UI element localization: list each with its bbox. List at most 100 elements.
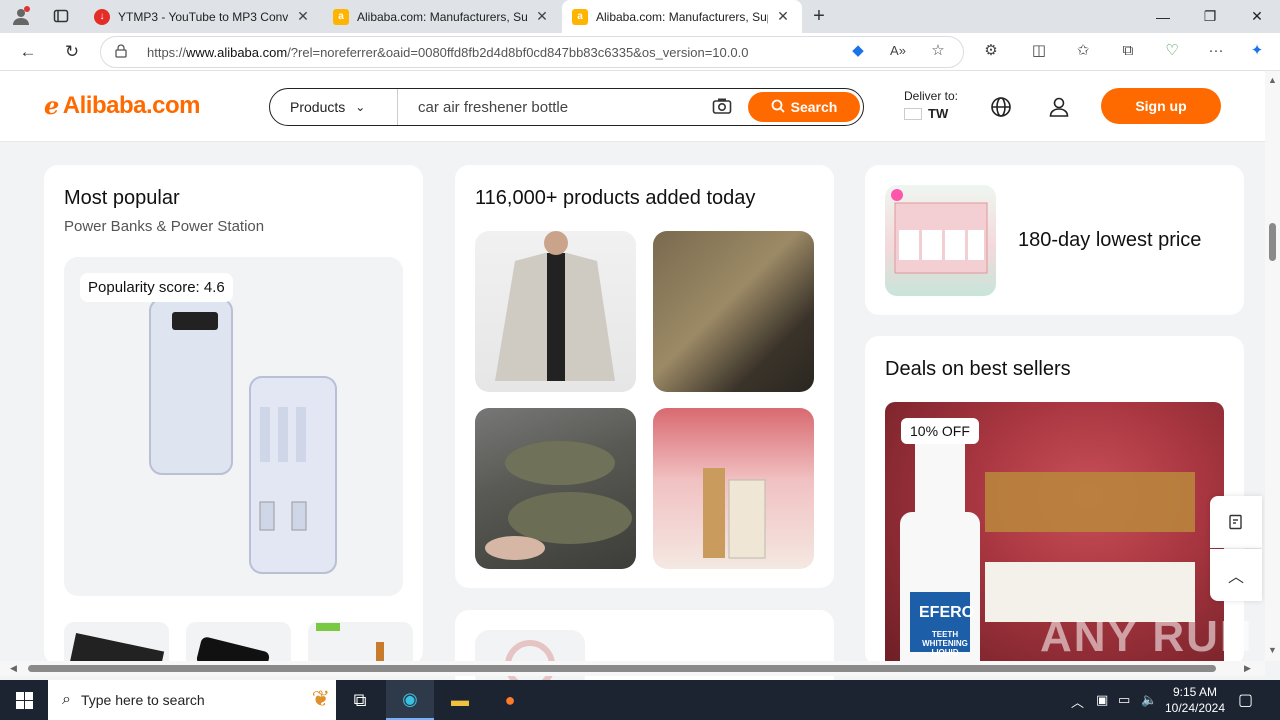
tray-device-icon[interactable]: ▣ bbox=[1096, 692, 1108, 708]
feedback-icon bbox=[1229, 514, 1242, 530]
split-screen-icon[interactable]: ◫ bbox=[1027, 38, 1051, 62]
edge-taskbar-icon[interactable]: ◉ bbox=[386, 680, 434, 720]
lowest-price-product-image[interactable] bbox=[885, 185, 996, 296]
search-input[interactable] bbox=[418, 98, 688, 116]
camera-search-icon[interactable] bbox=[712, 97, 732, 120]
next-section-card bbox=[455, 610, 834, 690]
taskbar: ⌕ Type here to search ❦ ⧉ ◉ ▬ ● ︿ ▣ ▭ 🔈 … bbox=[0, 680, 1280, 720]
scrollbar-thumb[interactable] bbox=[28, 665, 1216, 672]
card-title: Most popular bbox=[64, 187, 180, 209]
logo-text: Alibaba.com bbox=[62, 92, 201, 119]
search-category-dropdown[interactable]: Products ⌄ bbox=[270, 89, 398, 125]
hoodie-product-image[interactable] bbox=[653, 231, 814, 392]
search-button[interactable]: Search bbox=[748, 92, 860, 122]
file-explorer-icon[interactable]: ▬ bbox=[436, 680, 484, 720]
vertical-scrollbar[interactable]: ▲ ▼ bbox=[1265, 71, 1280, 661]
tab-alibaba-active[interactable]: a Alibaba.com: Manufacturers, Suppliers … bbox=[562, 0, 802, 33]
taskbar-clock[interactable]: 9:15 AM 10/24/2024 bbox=[1160, 684, 1230, 716]
tray-chevron-icon[interactable]: ︿ bbox=[1071, 692, 1084, 711]
lock-icon bbox=[115, 43, 135, 61]
minimize-button[interactable]: — bbox=[1140, 0, 1186, 33]
horizontal-scrollbar[interactable]: ◀ ▶ bbox=[0, 661, 1265, 676]
scroll-down-arrow-icon[interactable]: ▼ bbox=[1268, 645, 1277, 655]
tab-alibaba-1[interactable]: a Alibaba.com: Manufacturers, Suppliers … bbox=[323, 0, 561, 33]
favorite-star-icon[interactable]: ☆ bbox=[926, 38, 950, 62]
lowest-price-card: 180-day lowest price bbox=[865, 165, 1244, 315]
browser-tab-bar: ↓ YTMP3 - YouTube to MP3 Converter ✕ a A… bbox=[0, 0, 1280, 33]
product-thumb[interactable] bbox=[186, 622, 291, 665]
alibaba-favicon: a bbox=[333, 8, 349, 25]
collections-icon[interactable]: ⧉ bbox=[1116, 38, 1140, 62]
scroll-up-arrow-icon[interactable]: ▲ bbox=[1268, 75, 1277, 85]
signup-button[interactable]: Sign up bbox=[1101, 88, 1221, 124]
power-bank-illustration bbox=[149, 298, 337, 574]
favorites-icon[interactable]: ✩ bbox=[1071, 38, 1095, 62]
shopping-tag-icon[interactable]: ◆ bbox=[846, 38, 870, 62]
windows-start-button[interactable] bbox=[0, 680, 48, 720]
url-path: /?rel=noreferrer&oaid=0080ffd8fb2d4d8bf0… bbox=[287, 44, 749, 60]
product-desc: TEETH WHITENING LIQUID bbox=[922, 630, 968, 657]
watermark: ANY RUN bbox=[1040, 612, 1254, 661]
browser-essentials-icon[interactable]: ♡ bbox=[1160, 38, 1184, 62]
product-thumb[interactable] bbox=[64, 622, 169, 665]
back-button[interactable]: ← bbox=[13, 37, 43, 67]
url-host: www.alibaba.com bbox=[186, 44, 288, 60]
popularity-label: Popularity score: bbox=[88, 279, 200, 296]
toy-box-illustration bbox=[891, 189, 988, 274]
deliver-country: TW bbox=[928, 106, 949, 121]
jacket-product-image[interactable] bbox=[475, 231, 636, 392]
product-thumb[interactable] bbox=[308, 622, 413, 665]
search-bar: Products ⌄ Search bbox=[269, 88, 864, 126]
popularity-value: 4.6 bbox=[203, 279, 225, 296]
most-popular-card: Most popular Power Banks & Power Station… bbox=[44, 165, 423, 665]
cream-product-image[interactable] bbox=[653, 408, 814, 569]
tab-ytmp3[interactable]: ↓ YTMP3 - YouTube to MP3 Converter ✕ bbox=[84, 0, 322, 33]
close-tab-icon[interactable]: ✕ bbox=[533, 8, 551, 25]
scroll-right-arrow-icon[interactable]: ▶ bbox=[1244, 663, 1251, 674]
close-tab-icon[interactable]: ✕ bbox=[294, 8, 312, 25]
close-window-button[interactable]: ✕ bbox=[1234, 0, 1280, 33]
maximize-button[interactable]: ❐ bbox=[1187, 0, 1233, 33]
profile-icon[interactable] bbox=[6, 1, 36, 31]
feedback-button[interactable] bbox=[1210, 496, 1262, 548]
task-view-icon[interactable]: ⧉ bbox=[336, 680, 384, 720]
search-button-label: Search bbox=[790, 99, 838, 115]
refresh-button[interactable]: ↻ bbox=[57, 37, 87, 67]
card-title: 116,000+ products added today bbox=[475, 187, 756, 209]
account-icon[interactable] bbox=[1047, 95, 1071, 119]
power-bank-image[interactable]: Popularity score: 4.6 bbox=[64, 257, 403, 596]
new-tab-button[interactable]: + bbox=[804, 1, 834, 31]
search-icon bbox=[771, 99, 785, 116]
extensions-icon[interactable]: ⚙ bbox=[979, 38, 1003, 62]
tab-actions-icon[interactable] bbox=[46, 1, 76, 31]
card-title: Deals on best sellers bbox=[885, 358, 1071, 380]
scrollbar-thumb[interactable] bbox=[1269, 223, 1276, 261]
read-aloud-icon[interactable]: A» bbox=[886, 38, 910, 62]
firefox-icon[interactable]: ● bbox=[486, 680, 534, 720]
search-icon: ⌕ bbox=[62, 691, 71, 708]
volume-icon[interactable]: 🔈 bbox=[1141, 692, 1157, 708]
close-tab-icon[interactable]: ✕ bbox=[774, 8, 792, 25]
notification-icon[interactable]: ▢ bbox=[1238, 690, 1253, 710]
network-icon[interactable]: ▭ bbox=[1118, 692, 1130, 708]
taskbar-search[interactable]: ⌕ Type here to search ❦ bbox=[48, 680, 336, 720]
scroll-left-arrow-icon[interactable]: ◀ bbox=[10, 663, 17, 674]
product-brand: EFERO bbox=[919, 604, 975, 621]
site-header: ℯ Alibaba.com Products ⌄ Search Deliver … bbox=[0, 71, 1265, 142]
more-options-icon[interactable]: ··· bbox=[1204, 38, 1228, 62]
globe-icon[interactable] bbox=[989, 95, 1013, 119]
alibaba-logo[interactable]: ℯ Alibaba.com bbox=[44, 91, 200, 121]
deliver-to[interactable]: Deliver to: TW bbox=[904, 89, 958, 121]
flag-icon bbox=[904, 107, 922, 120]
clock-time: 9:15 AM bbox=[1172, 685, 1218, 699]
tab-title: YTMP3 - YouTube to MP3 Converter bbox=[118, 9, 288, 24]
category-label: Products bbox=[290, 99, 346, 115]
copilot-icon[interactable]: ✦ bbox=[1245, 38, 1269, 62]
sneakers-illustration bbox=[485, 441, 632, 560]
url-field[interactable]: https://www.alibaba.com/?rel=noreferrer&… bbox=[100, 36, 964, 68]
sneakers-product-image[interactable] bbox=[475, 408, 636, 569]
alibaba-logo-icon: ℯ bbox=[44, 92, 59, 120]
popularity-badge: Popularity score: 4.6 bbox=[80, 273, 233, 302]
back-to-top-button[interactable]: ︿ bbox=[1210, 549, 1262, 601]
discount-badge: 10% OFF bbox=[901, 418, 979, 444]
